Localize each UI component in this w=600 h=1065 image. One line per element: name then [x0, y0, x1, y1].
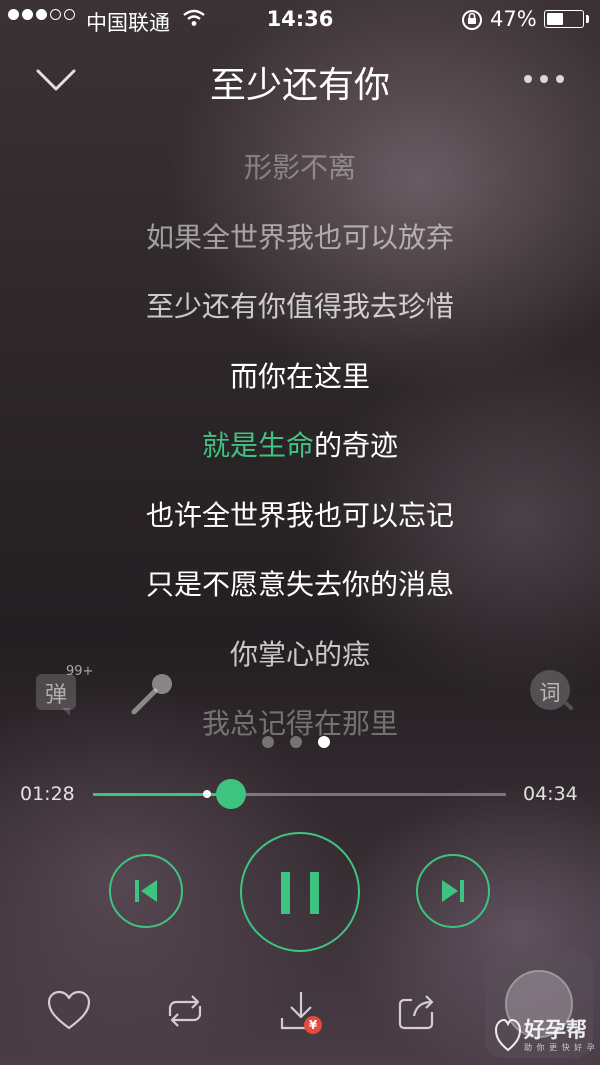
page-dot[interactable]	[318, 736, 330, 748]
page-dot[interactable]	[290, 736, 302, 748]
previous-button[interactable]	[109, 854, 183, 928]
progress-thumb[interactable]	[215, 779, 246, 809]
share-button[interactable]	[392, 986, 442, 1036]
lyrics-search-button[interactable]: 词	[530, 670, 580, 720]
lyric-sung-part: 就是生命	[201, 429, 314, 462]
more-button[interactable]	[520, 64, 570, 94]
player-screen: 中国联通 14:36 47% 至少还有你 形影不离 如果全世界我也可以放弃 至少…	[0, 0, 600, 1065]
rotation-lock-icon	[460, 9, 484, 36]
page-dot[interactable]	[262, 736, 274, 748]
danmu-bubble-tail	[62, 708, 70, 716]
battery-tip	[586, 15, 589, 23]
header: 至少还有你	[0, 50, 600, 110]
microphone-icon	[131, 674, 172, 715]
current-time: 01:28	[20, 783, 75, 805]
lyric-unsung-part: 的奇迹	[314, 429, 399, 462]
playback-controls	[0, 830, 600, 960]
watermark-tagline: 助 你 更 快 好 孕	[524, 1043, 596, 1052]
lyric-line: 只是不愿意失去你的消息	[145, 568, 454, 601]
like-button[interactable]	[44, 986, 94, 1036]
lyric-line: 也许全世界我也可以忘记	[145, 499, 454, 532]
progress-track[interactable]	[93, 779, 506, 809]
repeat-icon	[168, 995, 202, 1027]
lyric-line: 而你在这里	[229, 360, 370, 393]
buffer-marker	[202, 790, 211, 798]
heart-logo-icon	[494, 1018, 522, 1052]
danmu-button[interactable]: 弹 99+	[36, 664, 96, 722]
download-button[interactable]: ¥	[276, 986, 326, 1036]
paid-badge-icon: ¥	[304, 1016, 322, 1034]
repeat-mode-button[interactable]	[160, 986, 210, 1036]
lyric-line: 形影不离	[243, 151, 356, 184]
total-time: 04:34	[523, 783, 578, 805]
next-button[interactable]	[416, 854, 490, 928]
watermark-brand: 好孕帮	[524, 1018, 587, 1042]
lyric-line: 至少还有你值得我去珍惜	[145, 290, 454, 323]
lyric-line: 如果全世界我也可以放弃	[145, 221, 454, 254]
karaoke-mic-button[interactable]	[128, 670, 178, 720]
pause-icon	[281, 872, 319, 914]
battery-icon	[544, 10, 584, 28]
watermark-logo: 好孕帮 助 你 更 快 好 孕	[494, 1010, 598, 1060]
battery-percent: 47%	[490, 7, 537, 31]
danmu-label: 弹	[44, 683, 67, 708]
danmu-count-badge: 99+	[66, 664, 94, 679]
current-lyric-line: 就是生命的奇迹	[0, 426, 600, 466]
more-dots-icon	[524, 75, 564, 83]
page-indicator[interactable]	[262, 736, 330, 748]
previous-icon	[135, 880, 157, 902]
progress-section: 01:28 04:34	[0, 775, 600, 815]
status-bar: 中国联通 14:36 47%	[0, 0, 600, 40]
pause-button[interactable]	[240, 832, 360, 952]
lyrics-search-label: 词	[539, 681, 561, 705]
song-title: 至少还有你	[209, 65, 390, 106]
heart-icon	[47, 990, 91, 1030]
share-icon	[398, 995, 434, 1030]
next-icon	[442, 880, 464, 902]
